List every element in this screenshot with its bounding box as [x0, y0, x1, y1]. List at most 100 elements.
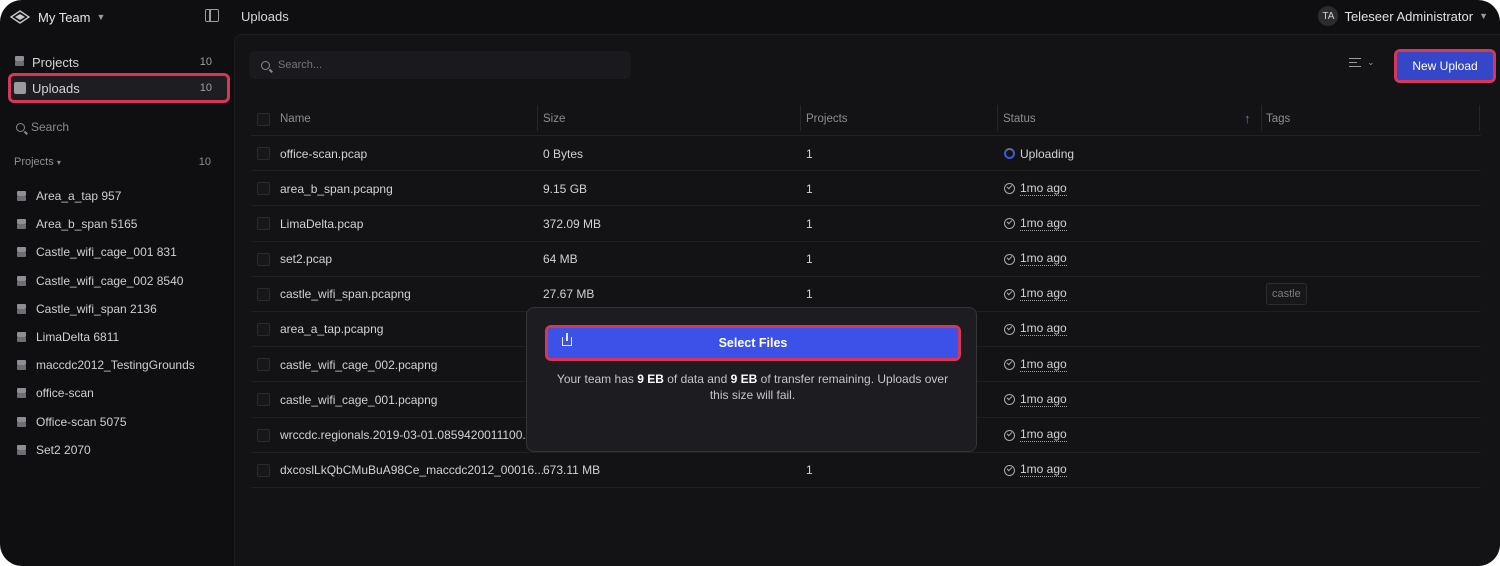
new-upload-button[interactable]: New Upload: [1394, 49, 1496, 83]
project-label: maccdc2012_TestingGrounds: [36, 358, 195, 373]
projects-heading: Projects: [14, 156, 54, 168]
layers-icon: [16, 304, 28, 314]
sidebar-toggle-icon[interactable]: [205, 9, 219, 22]
row-checkbox[interactable]: [257, 428, 270, 442]
row-checkbox[interactable]: [257, 252, 270, 266]
status-text[interactable]: 1mo ago: [1020, 287, 1067, 302]
table-row[interactable]: LimaDelta.pcap 372.09 MB 1 1mo ago: [251, 206, 1481, 242]
row-checkbox[interactable]: [257, 322, 270, 336]
cell-name[interactable]: set2.pcap: [280, 242, 332, 277]
project-item[interactable]: office-scan: [16, 379, 195, 407]
status-text[interactable]: 1mo ago: [1020, 428, 1067, 442]
status-text[interactable]: 1mo ago: [1020, 252, 1067, 267]
sidebar-item-projects[interactable]: Projects 10: [10, 49, 228, 75]
select-all-checkbox[interactable]: [257, 113, 270, 126]
column-header-projects[interactable]: Projects: [806, 102, 848, 136]
cell-projects: 1: [806, 216, 813, 231]
column-header-status[interactable]: Status: [1003, 102, 1036, 136]
column-header-tags[interactable]: Tags: [1266, 102, 1290, 136]
layers-icon: [16, 191, 28, 201]
layers-icon: [16, 276, 28, 286]
project-item[interactable]: Castle_wifi_cage_002 8540: [16, 267, 195, 295]
select-files-button[interactable]: Select Files: [545, 325, 961, 361]
table-row[interactable]: area_b_span.pcapng 9.15 GB 1 1mo ago: [251, 171, 1481, 207]
cell-status: 1mo ago: [1004, 242, 1067, 277]
status-text[interactable]: 1mo ago: [1020, 463, 1067, 478]
column-header-size[interactable]: Size: [543, 102, 565, 136]
project-label: Office-scan 5075: [36, 414, 127, 429]
cell-name[interactable]: castle_wifi_cage_002.pcapng: [280, 347, 437, 382]
upload-icon: [562, 333, 572, 346]
check-circle-icon: [1004, 429, 1015, 441]
project-item[interactable]: Office-scan 5075: [16, 408, 195, 436]
project-item[interactable]: Area_a_tap 957: [16, 182, 195, 210]
chevron-down-icon: ⌄: [1367, 57, 1375, 67]
table-row[interactable]: office-scan.pcap 0 Bytes 1 Uploading: [251, 136, 1481, 172]
cell-name[interactable]: LimaDelta.pcap: [280, 206, 363, 241]
table-header: Name Size Projects Status ↑ Tags: [251, 102, 1481, 136]
project-item[interactable]: maccdc2012_TestingGrounds: [16, 351, 195, 379]
cell-name[interactable]: wrccdc.regionals.2019-03-01.085942001110…: [280, 418, 532, 453]
page-title: Uploads: [241, 9, 289, 24]
view-options[interactable]: ⌄: [1349, 57, 1375, 68]
search-icon: [16, 122, 25, 132]
team-switcher[interactable]: My Team ▼: [10, 7, 105, 27]
cell-size: 673.11 MB: [543, 463, 601, 478]
search-input[interactable]: [278, 59, 598, 71]
column-divider[interactable]: [1479, 105, 1480, 131]
layers-icon: [16, 332, 28, 342]
check-circle-icon: [1004, 323, 1015, 335]
user-name: Teleseer Administrator: [1344, 8, 1474, 24]
cell-name[interactable]: office-scan.pcap: [280, 136, 367, 171]
sidebar-item-label: Uploads: [32, 80, 80, 96]
project-item[interactable]: Castle_wifi_span 2136: [16, 295, 195, 323]
cell-name[interactable]: dxcoslLkQbCMuBuA98Ce_maccdc2012_00016...: [280, 453, 544, 488]
team-name: My Team: [38, 9, 91, 25]
cell-name[interactable]: castle_wifi_cage_001.pcapng: [280, 382, 437, 417]
status-text[interactable]: 1mo ago: [1020, 322, 1067, 337]
project-item[interactable]: LimaDelta 6811: [16, 323, 195, 351]
project-item[interactable]: Area_b_span 5165: [16, 210, 195, 238]
table-row[interactable]: set2.pcap 64 MB 1 1mo ago: [251, 242, 1481, 277]
status-text[interactable]: 1mo ago: [1020, 392, 1067, 407]
column-divider[interactable]: [1261, 105, 1262, 131]
search-bar[interactable]: [249, 51, 631, 79]
row-checkbox[interactable]: [257, 393, 270, 407]
row-checkbox[interactable]: [257, 217, 270, 231]
status-text[interactable]: 1mo ago: [1020, 357, 1067, 372]
tag-badge[interactable]: castle: [1266, 283, 1307, 306]
row-checkbox[interactable]: [257, 463, 270, 477]
project-label: LimaDelta 6811: [36, 330, 120, 345]
upload-box-icon: [14, 82, 26, 94]
project-item[interactable]: Set2 2070: [16, 436, 195, 464]
logo-icon: [10, 10, 30, 24]
column-divider[interactable]: [997, 105, 998, 131]
status-text[interactable]: 1mo ago: [1020, 216, 1067, 231]
sidebar-search[interactable]: Search: [16, 120, 69, 134]
sidebar-item-uploads[interactable]: Uploads 10: [8, 73, 230, 103]
cell-name[interactable]: area_b_span.pcapng: [280, 171, 393, 206]
cell-tags: castle: [1266, 277, 1307, 312]
cell-size: 9.15 GB: [543, 181, 588, 196]
status-text[interactable]: 1mo ago: [1020, 181, 1067, 196]
quota-text: of data and: [663, 372, 731, 386]
project-label: Area_b_span 5165: [36, 217, 138, 232]
sidebar-search-label: Search: [31, 120, 70, 134]
sidebar-item-count: 10: [199, 56, 212, 68]
cell-status: 1mo ago: [1004, 418, 1067, 453]
project-item[interactable]: Castle_wifi_cage_001 831: [16, 238, 195, 266]
column-divider[interactable]: [537, 105, 538, 131]
cell-name[interactable]: castle_wifi_span.pcapng: [280, 277, 411, 312]
column-header-name[interactable]: Name: [280, 102, 311, 136]
cell-name[interactable]: area_a_tap.pcapng: [280, 312, 383, 347]
row-checkbox[interactable]: [257, 147, 270, 160]
projects-section-header[interactable]: Projects ▾ 10: [14, 156, 214, 168]
column-divider[interactable]: [800, 105, 801, 131]
table-row[interactable]: dxcoslLkQbCMuBuA98Ce_maccdc2012_00016...…: [251, 453, 1481, 488]
user-menu[interactable]: TA Teleseer Administrator ▼: [1318, 6, 1488, 26]
row-checkbox[interactable]: [257, 358, 270, 372]
row-checkbox[interactable]: [257, 182, 270, 196]
status-text: Uploading: [1020, 146, 1075, 161]
sort-ascending-icon[interactable]: ↑: [1244, 111, 1251, 126]
row-checkbox[interactable]: [257, 287, 270, 301]
